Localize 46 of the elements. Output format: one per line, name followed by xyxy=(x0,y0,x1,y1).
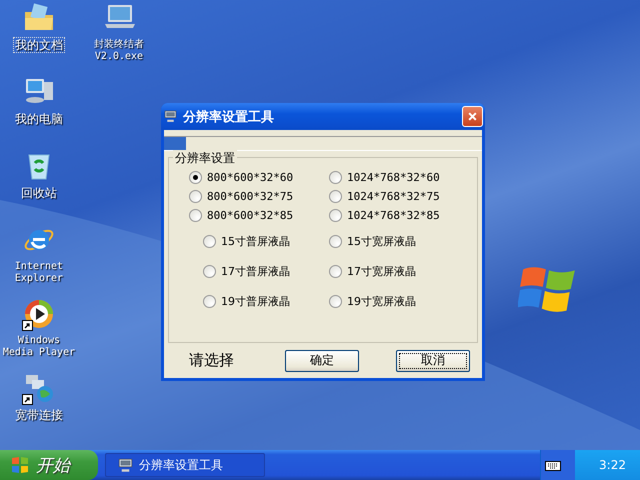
dialog-button[interactable]: 确定 xyxy=(285,350,359,372)
media-player-icon[interactable] xyxy=(23,298,55,330)
option-label[interactable]: 19寸宽屏液晶 xyxy=(347,294,416,308)
option-label[interactable]: 17寸普屏液晶 xyxy=(221,264,290,278)
radio-button[interactable] xyxy=(329,294,342,308)
dialog-button[interactable]: 取消 xyxy=(396,350,470,372)
window-title: 分辨率设置工具 xyxy=(183,108,275,126)
option-label[interactable]: 15寸宽屏液晶 xyxy=(347,234,416,248)
monitor-icon xyxy=(118,458,133,472)
option-label[interactable]: 15寸普屏液晶 xyxy=(221,234,290,248)
close-icon xyxy=(467,111,478,122)
close-button[interactable] xyxy=(462,106,483,127)
option-label[interactable]: 19寸普屏液晶 xyxy=(221,294,290,308)
monitor-icon xyxy=(164,110,177,123)
radio-button[interactable] xyxy=(189,190,202,202)
radio-button[interactable] xyxy=(189,208,202,222)
radio-button[interactable] xyxy=(329,264,342,278)
radio-button[interactable] xyxy=(203,234,216,248)
desktop-icon-label[interactable]: Windows Media Player xyxy=(0,334,78,360)
option-label[interactable]: 1024*768*32*85 xyxy=(347,208,440,222)
keyboard-icon[interactable] xyxy=(545,459,562,471)
desktop-icon-label[interactable]: 回收站 xyxy=(20,186,58,200)
option-label[interactable]: 1024*768*32*60 xyxy=(347,170,440,184)
radio-button[interactable] xyxy=(189,170,202,184)
taskbar-button[interactable]: 分辨率设置工具 xyxy=(105,453,265,477)
prompt-label: 请选择 xyxy=(189,351,235,370)
option-label[interactable]: 800*600*32*60 xyxy=(207,170,294,184)
desktop-icon-label[interactable]: 我的电脑 xyxy=(14,112,64,126)
group-title: 分辨率设置 xyxy=(173,150,237,167)
desktop-icon-label[interactable]: 封装终结者 V2.0.exe xyxy=(78,38,160,64)
radio-button[interactable] xyxy=(203,264,216,278)
clock: 3:22 xyxy=(575,450,640,480)
desktop-icon-label[interactable]: 我的文档 xyxy=(14,38,64,52)
option-label[interactable]: 800*600*32*85 xyxy=(207,208,294,222)
option-label[interactable]: 800*600*32*75 xyxy=(207,190,294,202)
radio-button[interactable] xyxy=(329,190,342,202)
option-label[interactable]: 1024*768*32*75 xyxy=(347,190,440,202)
radio-button[interactable] xyxy=(329,234,342,248)
radio-button[interactable] xyxy=(203,294,216,308)
desktop-icon-label[interactable]: 宽带连接 xyxy=(14,408,64,422)
option-label[interactable]: 17寸宽屏液晶 xyxy=(347,264,416,278)
flag-logo-icon xyxy=(10,455,30,475)
start-button[interactable]: 开始 xyxy=(0,450,98,480)
desktop-icon-label[interactable]: Internet Explorer xyxy=(0,260,78,286)
radio-button[interactable] xyxy=(329,170,342,184)
radio-button[interactable] xyxy=(329,208,342,222)
